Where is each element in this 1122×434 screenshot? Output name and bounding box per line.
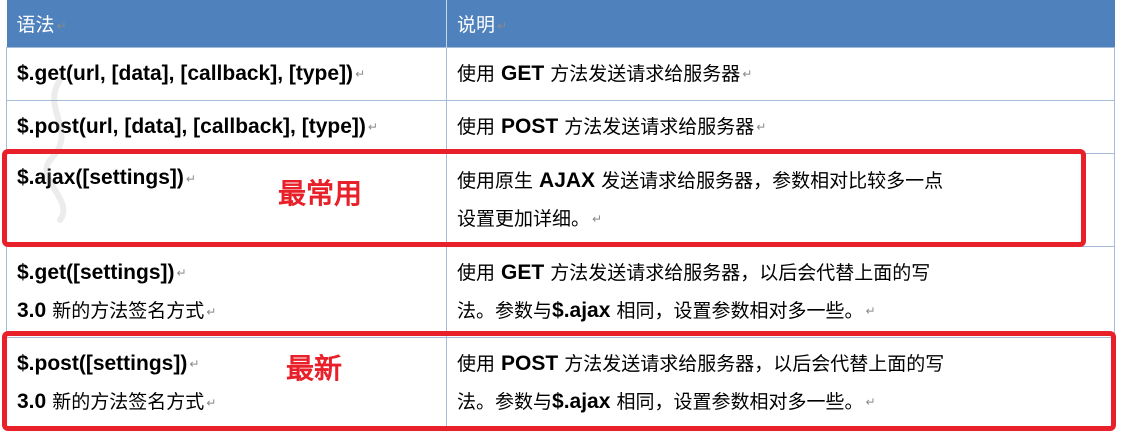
paragraph-mark: ↵	[865, 304, 876, 319]
description-text: 相同，设置参数相对多一些。	[610, 299, 864, 322]
header-description-label: 说明	[457, 14, 496, 36]
paragraph-mark: ↵	[355, 67, 366, 82]
highlight-box-most-common	[2, 149, 1086, 247]
paragraph-mark: ↵	[206, 304, 217, 319]
description-text: 使用	[457, 261, 502, 284]
description-cell: 使用 POST 方法发送请求给服务器 ↵	[446, 100, 1115, 154]
table-row: $.get([settings]) ↵ 3.0 新的方法签名方式 ↵ 使用 GET …	[6, 246, 1115, 338]
header-description: 说明 ↵	[446, 0, 1115, 48]
syntax-subtext: 新的方法签名方式	[46, 300, 205, 322]
description-keyword: $.ajax	[552, 298, 611, 322]
description-cell: 使用 GET 方法发送请求给服务器 ↵	[446, 47, 1115, 101]
syntax-text: $.get([settings])	[17, 260, 175, 284]
annotation-most-common: 最常用	[278, 177, 363, 210]
paragraph-mark: ↵	[56, 18, 67, 33]
document-page: 语法 ↵ 说明 ↵ $.get(url, [data], [callback], […	[0, 0, 1122, 434]
version-number: 3.0	[17, 299, 47, 322]
description-text: 方法发送请求给服务器	[558, 115, 755, 138]
paragraph-mark: ↵	[176, 266, 187, 280]
table-header-row: 语法 ↵ 说明 ↵	[6, 0, 1115, 48]
description-keyword: GET	[501, 260, 545, 284]
syntax-line: $.get([settings]) ↵	[17, 254, 446, 293]
paragraph-mark: ↵	[742, 67, 753, 82]
table-row: $.get(url, [data], [callback], [type]) ↵ …	[6, 47, 1115, 101]
description-text: 方法发送请求给服务器，以后会代替上面的写	[544, 261, 931, 284]
table-row: $.post(url, [data], [callback], [type]) ↵…	[6, 100, 1115, 154]
description-text: 法。参数与	[457, 299, 553, 322]
description-text: 使用	[457, 62, 502, 85]
description-line: 使用 GET 方法发送请求给服务器，以后会代替上面的写	[457, 254, 1114, 292]
paragraph-mark: ↵	[367, 120, 378, 135]
description-line: 法。参数与$.ajax 相同，设置参数相对多一些。 ↵	[457, 292, 1114, 331]
paragraph-mark: ↵	[756, 120, 767, 135]
header-syntax: 语法 ↵	[6, 0, 447, 48]
description-keyword: GET	[501, 61, 545, 85]
highlight-box-newest	[2, 331, 1116, 431]
description-text: 使用	[457, 115, 502, 138]
description-text: 方法发送请求给服务器	[544, 62, 741, 85]
header-syntax-label: 语法	[16, 14, 55, 36]
description-keyword: POST	[501, 114, 559, 138]
description-cell: 使用 GET 方法发送请求给服务器，以后会代替上面的写 法。参数与$.ajax …	[446, 246, 1115, 338]
syntax-cell: $.get([settings]) ↵ 3.0 新的方法签名方式 ↵	[6, 246, 447, 338]
annotation-newest: 最新	[286, 352, 343, 385]
syntax-subline: 3.0 新的方法签名方式 ↵	[17, 292, 446, 331]
paragraph-mark: ↵	[497, 18, 508, 33]
